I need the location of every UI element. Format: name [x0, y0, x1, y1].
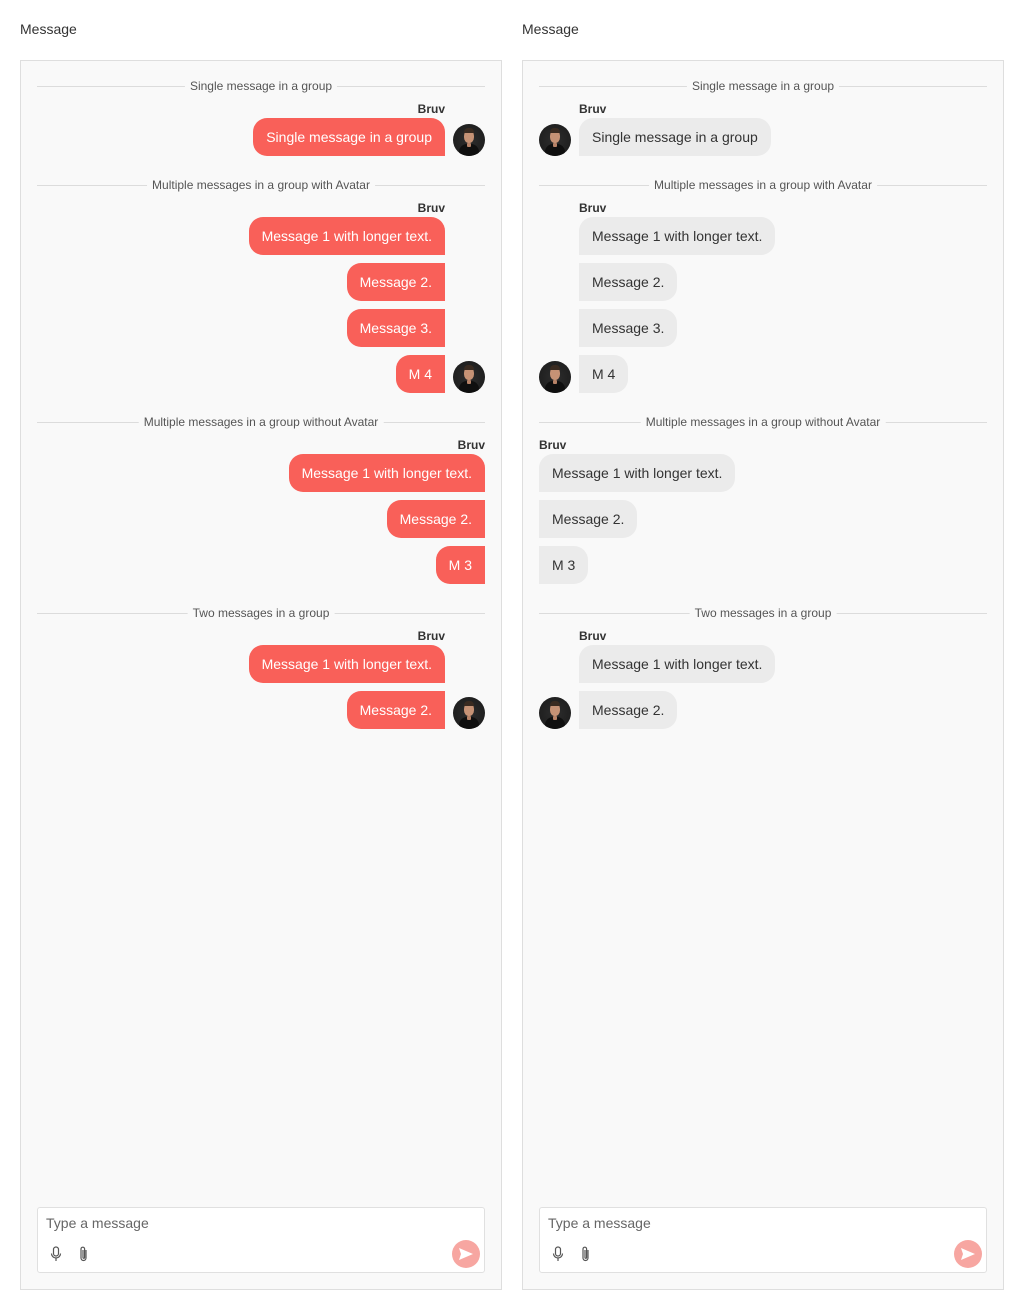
- divider-label: Multiple messages in a group without Ava…: [640, 415, 886, 429]
- message-bubble[interactable]: Message 1 with longer text.: [579, 645, 776, 683]
- message-bubble[interactable]: Single message in a group: [579, 118, 771, 156]
- send-icon: [459, 1248, 473, 1260]
- group-divider: Single message in a group: [37, 77, 485, 95]
- divider-label: Single message in a group: [686, 79, 840, 93]
- message-bubble[interactable]: Single message in a group: [253, 118, 445, 156]
- group-divider: Multiple messages in a group without Ava…: [37, 413, 485, 431]
- group-divider: Multiple messages in a group with Avatar: [37, 176, 485, 194]
- sender-name: Bruv: [417, 629, 445, 643]
- sender-name: Bruv: [417, 201, 445, 215]
- message-bubble[interactable]: M 4: [579, 355, 629, 393]
- chat-panel-outgoing: Single message in a group Bruv Single mess…: [20, 60, 502, 1290]
- group-divider: Two messages in a group: [37, 604, 485, 622]
- sender-name: Bruv: [539, 438, 567, 452]
- message-bubble[interactable]: Message 2.: [346, 263, 445, 301]
- group-divider: Multiple messages in a group without Ava…: [539, 413, 987, 431]
- message-bubble[interactable]: Message 2.: [346, 691, 445, 729]
- divider-label: Two messages in a group: [187, 606, 335, 620]
- divider-label: Multiple messages in a group without Ava…: [138, 415, 384, 429]
- microphone-icon[interactable]: [50, 1246, 62, 1262]
- divider-label: Two messages in a group: [689, 606, 837, 620]
- message-composer: [539, 1207, 987, 1273]
- message-bubble[interactable]: Message 1 with longer text.: [539, 454, 736, 492]
- message-composer: [37, 1207, 485, 1273]
- message-bubble[interactable]: M 4: [395, 355, 445, 393]
- avatar: [539, 124, 571, 156]
- group-divider: Multiple messages in a group with Avatar: [539, 176, 987, 194]
- message-bubble[interactable]: Message 1 with longer text.: [248, 217, 445, 255]
- message-bubble[interactable]: Message 3.: [579, 309, 678, 347]
- message-bubble[interactable]: Message 2.: [579, 691, 678, 729]
- avatar: [539, 361, 571, 393]
- message-bubble[interactable]: M 3: [435, 546, 485, 584]
- message-input[interactable]: [46, 1214, 476, 1232]
- sender-name: Bruv: [579, 102, 607, 116]
- paperclip-icon[interactable]: [581, 1245, 591, 1263]
- message-bubble[interactable]: Message 1 with longer text.: [248, 645, 445, 683]
- group-divider: Two messages in a group: [539, 604, 987, 622]
- group-divider: Single message in a group: [539, 77, 987, 95]
- sender-name: Bruv: [417, 102, 445, 116]
- message-bubble[interactable]: Message 1 with longer text.: [579, 217, 776, 255]
- column-title-left: Message: [20, 21, 77, 37]
- message-bubble[interactable]: Message 2.: [386, 500, 485, 538]
- sender-name: Bruv: [579, 629, 607, 643]
- avatar: [453, 124, 485, 156]
- message-bubble[interactable]: Message 1 with longer text.: [288, 454, 485, 492]
- paperclip-icon[interactable]: [79, 1245, 89, 1263]
- divider-label: Single message in a group: [184, 79, 338, 93]
- avatar: [453, 361, 485, 393]
- divider-label: Multiple messages in a group with Avatar: [649, 178, 877, 192]
- microphone-icon[interactable]: [552, 1246, 564, 1262]
- divider-label: Multiple messages in a group with Avatar: [147, 178, 375, 192]
- avatar: [539, 697, 571, 729]
- send-button[interactable]: [954, 1240, 982, 1268]
- message-bubble[interactable]: Message 3.: [346, 309, 445, 347]
- message-bubble[interactable]: Message 2.: [579, 263, 678, 301]
- message-bubble[interactable]: Message 2.: [539, 500, 638, 538]
- column-title-right: Message: [522, 21, 579, 37]
- sender-name: Bruv: [579, 201, 607, 215]
- message-bubble[interactable]: M 3: [539, 546, 589, 584]
- send-button[interactable]: [452, 1240, 480, 1268]
- avatar: [453, 697, 485, 729]
- sender-name: Bruv: [457, 438, 485, 452]
- message-input[interactable]: [548, 1214, 978, 1232]
- send-icon: [961, 1248, 975, 1260]
- chat-panel-incoming: Single message in a group Bruv Single mess…: [522, 60, 1004, 1290]
